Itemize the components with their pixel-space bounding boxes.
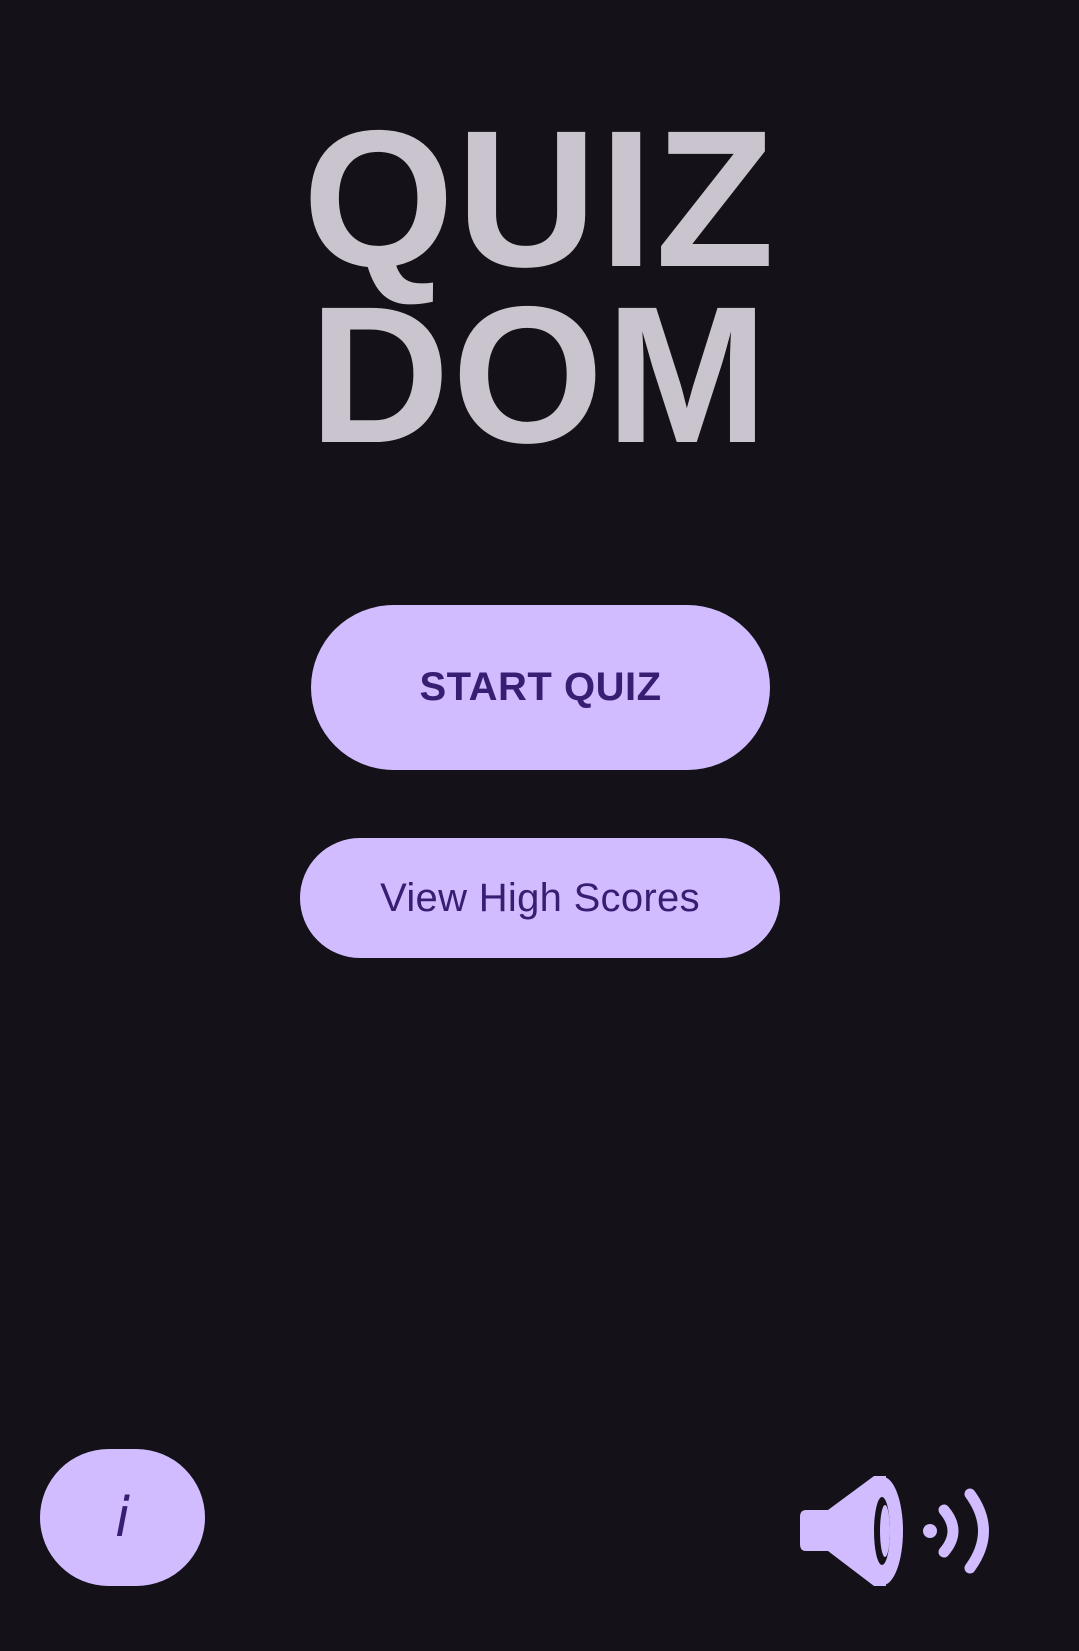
app-title-line-1: QUIZ — [302, 90, 777, 308]
sound-toggle-button[interactable] — [796, 1472, 1002, 1590]
info-button[interactable]: i — [40, 1449, 205, 1586]
view-high-scores-button[interactable]: View High Scores — [300, 838, 780, 958]
view-high-scores-label: View High Scores — [380, 875, 700, 920]
start-quiz-label: START QUIZ — [419, 665, 662, 709]
app-title-line-2: DOM — [309, 266, 770, 484]
start-quiz-button[interactable]: START QUIZ — [311, 605, 770, 770]
speaker-on-icon — [800, 1476, 989, 1586]
info-label: i — [114, 1486, 130, 1549]
